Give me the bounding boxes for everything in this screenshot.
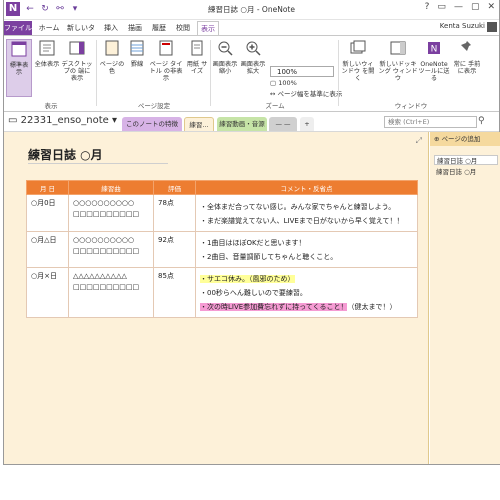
tab-new[interactable]: 新しいタブ [66,21,96,46]
group-label-view: 表示 [44,102,58,110]
header-comment: コメント・反省点 [195,180,418,195]
user-name[interactable]: Kenta Suzuki [440,22,485,30]
dock-to-desktop-button[interactable]: デスクトップの 端に表示 [61,39,93,97]
notebook-selector[interactable]: ▭ 22331_enso_note ▾ [8,115,117,126]
highlighted-comment: ・サエコ休み。（風邪のため） [200,275,295,283]
tab-history[interactable]: 履歴 [148,21,170,35]
zoom-select[interactable]: 100% [270,66,334,77]
zoom-in-icon [246,41,261,56]
cell-comments[interactable]: ・1曲目はほぼOKだと思います！ ・2曲目、音量調節してちゃんと聴くこと。 [195,231,418,268]
header-date: 月 日 [26,180,69,195]
cell-score[interactable]: 85点 [153,267,196,318]
paper-size-icon [191,40,203,56]
cell-date[interactable]: ○月△日 [26,231,69,268]
avatar[interactable] [487,22,497,32]
window-controls: ? ▭ — ▢ ✕ [425,2,495,12]
hide-title-icon [159,40,173,56]
tab-file[interactable]: ファイル [4,21,32,35]
ribbon-display-icon[interactable]: ▭ [437,2,446,12]
new-window-icon [350,40,366,54]
close-button[interactable]: ✕ [487,2,495,12]
pin-icon [460,41,471,53]
add-page-button[interactable]: ⊕ ページの追加 [430,132,500,146]
tab-review[interactable]: 校閲 [172,21,194,35]
page-color-button[interactable]: ページの色 [98,39,126,97]
maximize-button[interactable]: ▢ [471,2,480,12]
group-label-window: ウィンドウ [394,102,428,110]
full-page-view-icon [39,40,55,56]
rule-lines-button[interactable]: 罫線 [128,39,146,97]
minimize-button[interactable]: — [454,2,463,12]
rule-lines-icon [130,40,144,56]
header-score: 評価 [153,180,196,195]
cell-songs[interactable]: △△△△△△△△△△ □□□□□□□□□□ [68,267,154,318]
help-icon[interactable]: ? [425,2,430,12]
tab-home[interactable]: ホーム [34,21,64,35]
section-tab-more[interactable]: — — [269,117,297,131]
page-width-button[interactable]: ↔ ページ幅を基準に表示 [270,88,342,98]
table-header-row: 月 日 練習曲 評価 コメント・反省点 [26,180,418,195]
cell-score[interactable]: 78点 [153,194,196,232]
tab-draw[interactable]: 描画 [124,21,146,35]
hide-page-title-button[interactable]: ページ タイトル の非表示 [148,39,184,97]
tab-insert[interactable]: 挿入 [100,21,122,35]
highlighted-comment: ・次の時LIVE参加費忘れずに持ってくること！ [200,303,348,311]
page-list-item[interactable]: 練習日誌 ○月 [434,167,498,177]
title-underline [28,163,168,164]
onenote-send-icon: N [428,42,440,55]
group-label-zoom: ズーム [265,102,285,110]
cell-score[interactable]: 92点 [153,231,196,268]
new-window-button[interactable]: 新しいウィンドウ を開く [340,39,376,97]
section-tab-videos[interactable]: 練習動画・音源 [217,117,267,131]
notebook-bar: ▭ 22331_enso_note ▾ このノートの特徴 練習... 練習動画・… [4,112,499,132]
new-docked-window-button[interactable]: 新しいドッキング ウィンドウ [378,39,418,97]
title-bar: N ← ↻ ⚯ ▾ 練習日誌 ○月 - OneNote ? ▭ — ▢ ✕ [4,0,499,20]
cell-comments[interactable]: ・サエコ休み。（風邪のため） ・00秒らへん難しいので要練習。 ・次の時LIVE… [195,267,418,318]
page-color-icon [105,40,119,56]
table-row: ○月×日 △△△△△△△△△△ □□□□□□□□□□ 85点 ・サエコ休み。（風邪… [26,267,418,318]
page-title[interactable]: 練習日誌 ○月 [28,146,103,163]
send-to-onenote-button[interactable]: N OneNote ツールに送る [418,39,450,97]
full-page-view-button[interactable]: 全体表示 [34,39,60,97]
practice-log-table: 月 日 練習曲 評価 コメント・反省点 ○月0日 ○○○○○○○○○○ □□□□□… [26,180,418,318]
normal-view-icon [11,41,27,57]
table-row: ○月0日 ○○○○○○○○○○ □□□□□□□□□□ 78点 ・全体まだ合ってない… [26,194,418,232]
onenote-window: N ← ↻ ⚯ ▾ 練習日誌 ○月 - OneNote ? ▭ — ▢ ✕ ファ… [3,0,500,465]
cell-songs[interactable]: ○○○○○○○○○○ □□□□□□□□□□ [68,194,154,232]
ribbon-separator [338,40,339,106]
svg-text:N: N [431,45,438,55]
section-tab-features[interactable]: このノートの特徴 [122,117,182,131]
add-section-button[interactable]: + [300,117,314,131]
group-label-page-setup: ページ設定 [137,102,171,110]
zoom-out-icon [218,41,233,56]
zoom-in-button[interactable]: 画面表示 拡大 [240,39,266,97]
header-song: 練習曲 [68,180,154,195]
page-list-item[interactable]: 練習日誌 ○月 [434,155,498,165]
zoom-100-button[interactable]: ▢ 100% [270,79,297,87]
ribbon-separator [210,40,211,106]
cell-date[interactable]: ○月×日 [26,267,69,318]
cell-date[interactable]: ○月0日 [26,194,69,232]
normal-view-button[interactable]: 標準表示 [6,39,32,97]
cell-songs[interactable]: ○○○○○○○○○○ □□□□□□□□□□ [68,231,154,268]
zoom-out-button[interactable]: 画面表示 縮小 [212,39,238,97]
always-on-top-button[interactable]: 常に 手前に表示 [452,39,482,97]
paper-size-button[interactable]: 用紙 サイズ [186,39,208,97]
table-row: ○月△日 ○○○○○○○○○○ □□□□□□□□□□ 92点 ・1曲目はほぼOKだ… [26,231,418,268]
page-list-pane: ⊕ ページの追加 練習日誌 ○月 練習日誌 ○月 [430,132,500,464]
section-tab-practice[interactable]: 練習... [184,117,214,131]
search-input[interactable]: 検索 (Ctrl+E) [384,116,477,128]
search-icon[interactable]: ⚲ [478,116,485,126]
ribbon-separator [96,40,97,106]
page-canvas[interactable]: ⤢ 練習日誌 ○月 月 日 練習曲 評価 コメント・反省点 ○月0日 ○○○○○… [4,132,429,464]
cell-comments[interactable]: ・全体まだ合ってない感じ。みんな家でちゃんと練習しよう。 ・まだ楽譜覚えてない人、… [195,194,418,232]
tab-view[interactable]: 表示 [197,21,219,35]
docked-window-icon [390,41,406,55]
ribbon: 標準表示 全体表示 デスクトップの 端に表示 ページの色 罫線 ページ タイトル… [4,35,499,112]
dock-desktop-icon [69,41,85,55]
expand-icon[interactable]: ⤢ [416,136,422,146]
ribbon-tabs: ファイル ホーム 新しいタブ 挿入 描画 履歴 校閲 表示 Kenta Suzu… [4,20,499,46]
